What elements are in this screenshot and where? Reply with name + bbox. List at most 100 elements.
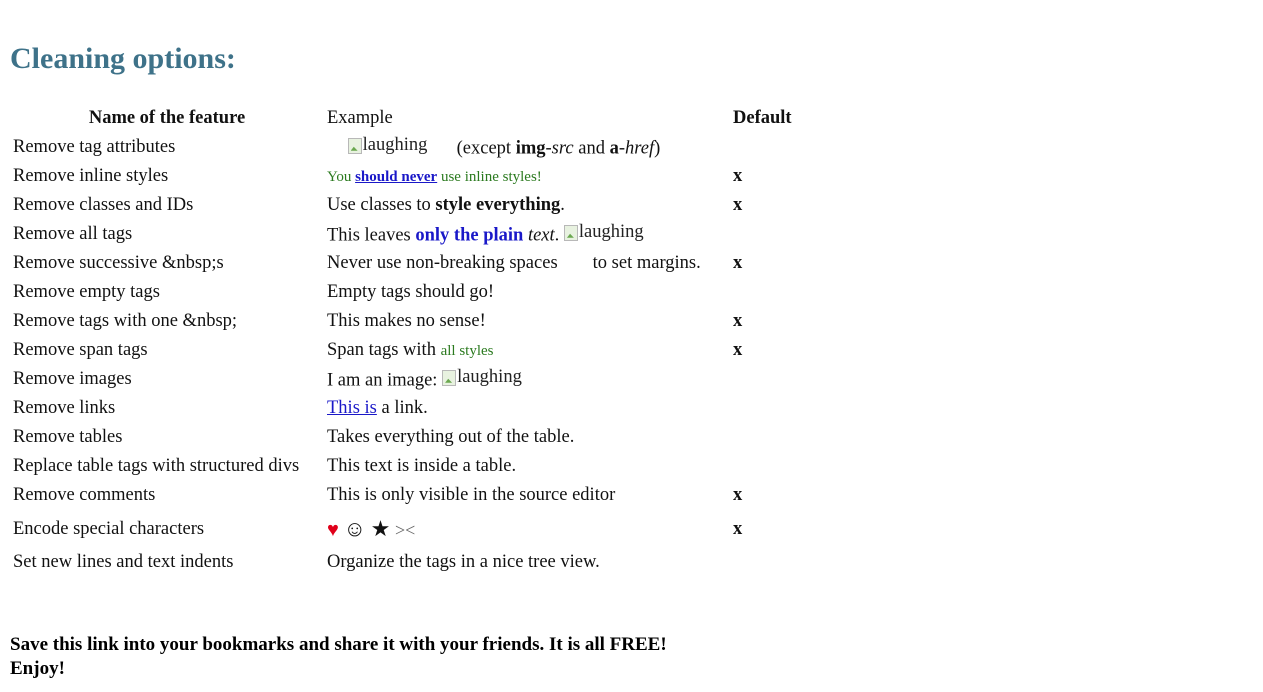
feature-name: Set new lines and text indents (13, 552, 234, 572)
example-text: ) (654, 138, 661, 159)
feature-default (730, 133, 806, 162)
table-row: Remove images I am an image: laughing (10, 365, 806, 394)
feature-example: Use classes to style everything. (324, 191, 730, 220)
example-text: Takes everything out of the table. (327, 427, 575, 447)
example-text: Empty tags should go! (327, 282, 495, 302)
feature-default (730, 394, 806, 423)
feature-name: Remove all tags (13, 224, 133, 244)
feature-default: x (733, 166, 743, 186)
feature-name: Remove tags with one &nbsp; (13, 311, 238, 331)
feature-name: Remove tag attributes (13, 137, 176, 157)
feature-name: Encode special characters (13, 518, 205, 539)
example-text: Never use non-breaking spaces (327, 253, 558, 273)
feature-default (730, 365, 806, 394)
image-alt-text: laughing (362, 135, 428, 156)
table-row: Encode special characters ♥ ☺ ★ >< x (10, 510, 806, 548)
example-italic: text (527, 225, 555, 246)
feature-default: x (733, 195, 743, 215)
should-never-link[interactable]: should never (355, 169, 437, 185)
image-alt-text: laughing (457, 367, 522, 388)
header-name: Name of the feature (88, 108, 246, 128)
feature-name: Remove comments (13, 485, 156, 505)
feature-name: Remove empty tags (13, 282, 160, 302)
feature-name: Remove inline styles (13, 166, 169, 186)
example-text: Organize the tags in a nice tree view. (327, 552, 600, 572)
feature-name: Remove classes and IDs (13, 195, 194, 215)
table-header-row: Name of the feature Example Default (10, 104, 806, 133)
example-text: use inline styles! (437, 169, 542, 185)
example-text: This leaves (327, 225, 416, 246)
example-text: (except (456, 138, 516, 159)
example-bold: style everything (435, 195, 561, 215)
feature-name: Remove images (13, 369, 132, 389)
image-alt-text: laughing (578, 222, 644, 243)
feature-example: Takes everything out of the table. (324, 423, 730, 452)
broken-image-icon: laughing (563, 222, 644, 243)
star-icon: ★ (370, 516, 391, 541)
footer-line-2: Enjoy! (10, 658, 65, 679)
feature-default (730, 423, 806, 452)
table-row: Remove classes and IDs Use classes to st… (10, 191, 806, 220)
example-text: This is only visible in the source edito… (327, 485, 616, 505)
this-is-link[interactable]: This is (327, 398, 377, 418)
example-blue-bold: only the plain (415, 225, 524, 246)
example-italic: href (625, 138, 655, 159)
feature-default (730, 220, 806, 249)
example-text: I am an image: (327, 370, 443, 391)
header-default: Default (733, 108, 792, 128)
footer-line-1: Save this link into your bookmarks and s… (10, 634, 667, 655)
feature-example: This makes no sense! (324, 307, 730, 336)
feature-default: x (733, 340, 743, 360)
feature-example: This is only visible in the source edito… (324, 481, 730, 510)
heart-icon: ♥ (327, 519, 339, 541)
broken-image-icon: laughing (347, 135, 428, 156)
feature-example: Never use non-breaking spaces to set marg… (324, 249, 730, 278)
example-text: and (573, 138, 610, 159)
example-text: . (560, 195, 565, 215)
page-heading: Cleaning options: (10, 42, 236, 75)
feature-example: laughing (except img-src and a-href) (324, 133, 730, 162)
feature-example: Organize the tags in a nice tree view. (324, 548, 730, 577)
table-row: Remove links This is a link. (10, 394, 806, 423)
feature-example: This is a link. (324, 394, 730, 423)
table-row: Remove tables Takes everything out of th… (10, 423, 806, 452)
feature-example: This leaves only the plain text. laughin… (324, 220, 730, 249)
table-row: Replace table tags with structured divs … (10, 452, 806, 481)
feature-example: ♥ ☺ ★ >< (324, 510, 730, 548)
table-row: Remove inline styles You should never us… (10, 162, 806, 191)
example-italic: src (551, 138, 574, 159)
features-table: Name of the feature Example Default Remo… (10, 104, 806, 577)
table-row: Remove tags with one &nbsp; This makes n… (10, 307, 806, 336)
feature-default (730, 278, 806, 307)
example-text: You (327, 169, 356, 185)
scissors-icon: >< (394, 520, 416, 540)
table-row: Remove empty tags Empty tags should go! (10, 278, 806, 307)
example-text: Span tags with (327, 340, 441, 360)
feature-default: x (733, 311, 743, 331)
example-text: a link. (376, 398, 428, 418)
feature-name: Remove successive &nbsp;s (13, 253, 224, 273)
footer-message: Save this link into your bookmarks and s… (10, 633, 667, 681)
feature-default: x (733, 485, 743, 505)
example-bold: a (609, 138, 619, 159)
feature-example: I am an image: laughing (324, 365, 730, 394)
example-text: . (554, 225, 560, 246)
feature-example: Empty tags should go! (324, 278, 730, 307)
feature-default (730, 452, 806, 481)
feature-default: x (733, 253, 743, 273)
page: Cleaning options: Name of the feature Ex… (0, 0, 1263, 679)
feature-default (730, 548, 806, 577)
smile-icon: ☺ (343, 516, 366, 541)
table-row: Remove span tags Span tags with all styl… (10, 336, 806, 365)
feature-name: Remove span tags (13, 340, 148, 360)
table-row: Remove comments This is only visible in … (10, 481, 806, 510)
example-bold: img (515, 138, 546, 159)
feature-example: Span tags with all styles (324, 336, 730, 365)
example-text: This makes no sense! (327, 311, 486, 331)
feature-name: Remove links (13, 398, 116, 418)
example-text: to set margins. (592, 253, 701, 273)
table-row: Remove all tags This leaves only the pla… (10, 220, 806, 249)
example-text: This text is inside a table. (327, 456, 517, 476)
feature-name: Remove tables (13, 427, 123, 447)
table-row: Remove tag attributes laughing (except i… (10, 133, 806, 162)
